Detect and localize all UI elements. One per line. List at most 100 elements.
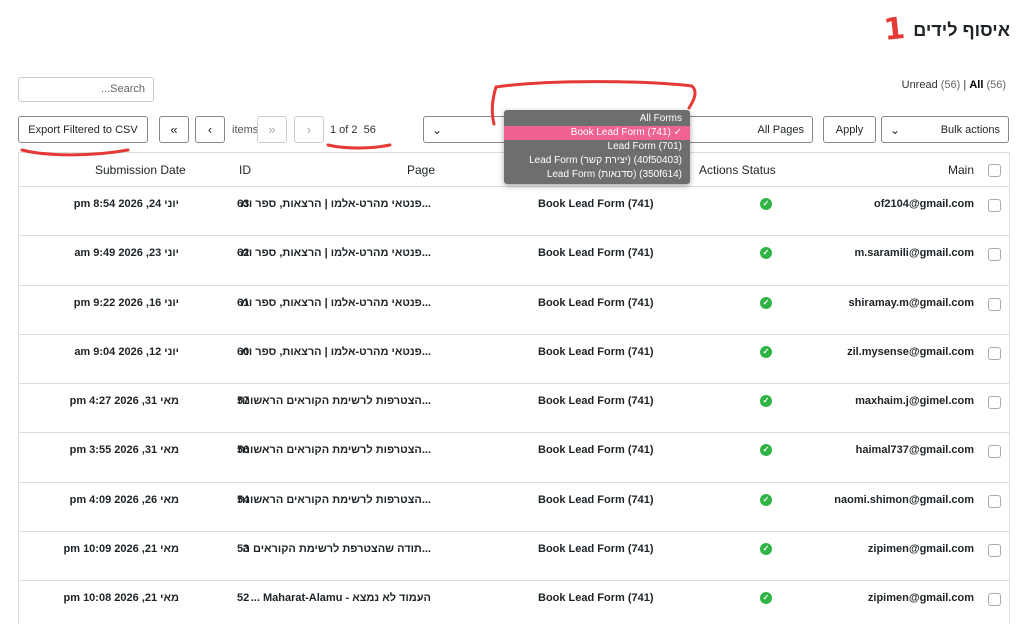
apply-button[interactable]: Apply — [823, 116, 876, 143]
status-check-icon: ✓ — [760, 592, 772, 605]
table-row[interactable]: haimal737@gmail.com ✓ Book Lead Form (741)… — [19, 433, 1009, 483]
status-check-icon: ✓ — [760, 345, 772, 358]
row-email[interactable]: of2104@gmail.com — [874, 198, 974, 210]
bulk-actions-label: Bulk actions — [940, 124, 1000, 136]
dropdown-option[interactable]: Lead Form (יצירת קשר) (40f50403) — [504, 154, 690, 168]
row-checkbox[interactable] — [988, 199, 1001, 212]
row-email[interactable]: maxhaim.j@gimel.com — [855, 395, 974, 407]
row-form: Book Lead Form (741) — [538, 198, 654, 210]
row-page[interactable]: ...הצטרפות לרשימת הקוראים הראשונה — [238, 395, 431, 407]
table-row[interactable]: zipimen@gmail.com ✓ Book Lead Form (741)..… — [19, 532, 1009, 582]
row-email[interactable]: zipimen@gmail.com — [868, 543, 974, 555]
export-csv-button[interactable]: Export Filtered to CSV — [18, 116, 148, 143]
row-checkbox[interactable] — [988, 346, 1001, 360]
row-id: 63 — [237, 198, 250, 210]
table-row[interactable]: shiramay.m@gmail.com ✓ Book Lead Form (741… — [19, 286, 1009, 335]
column-page[interactable]: Page — [407, 163, 435, 177]
row-id: 52 — [237, 592, 250, 605]
row-page[interactable]: ...פנטאי מהרט-אלמו | הרצאות, ספר ומ — [241, 247, 431, 259]
row-date: מאי 21, 2026 10:09 pm — [63, 543, 180, 556]
row-form: Book Lead Form (741) — [538, 296, 654, 309]
row-date: מאי 26, 2026 4:09 pm — [69, 493, 179, 506]
first-page-button[interactable]: « — [159, 116, 189, 143]
items-label: items — [232, 124, 259, 136]
page-info: 1 of 2 56 — [330, 124, 376, 136]
table-row[interactable]: m.saramili@gmail.com ✓ Book Lead Form (741… — [19, 236, 1009, 286]
pages-select-label: All Pages — [757, 124, 804, 136]
column-main[interactable]: Main — [948, 163, 974, 177]
status-check-icon: ✓ — [760, 493, 772, 506]
row-page[interactable]: העמוד לא נמצא - Maharat-Alamu ... — [251, 592, 431, 604]
page-title: איסוף לידים — [913, 20, 1010, 40]
row-checkbox[interactable] — [988, 593, 1001, 607]
row-page[interactable]: ...פנטאי מהרט-אלמו | הרצאות, ספר ומ — [241, 297, 431, 309]
row-form: Book Lead Form (741) — [538, 592, 654, 605]
row-form: Book Lead Form (741) — [538, 395, 654, 408]
row-id: 56 — [237, 444, 250, 457]
column-actions-status[interactable]: Actions Status — [699, 163, 776, 177]
dropdown-option[interactable]: All Forms — [504, 112, 690, 126]
row-email[interactable]: shiramay.m@gmail.com — [849, 297, 974, 309]
row-id: 62 — [237, 247, 250, 260]
row-email[interactable]: naomi.shimon@gmail.com — [834, 494, 974, 506]
select-all-checkbox[interactable] — [988, 164, 1001, 177]
chevron-down-icon: ⌄ — [890, 123, 901, 137]
status-filter-links: Unread (56) | All (56) — [902, 79, 1006, 91]
row-checkbox[interactable] — [988, 248, 1001, 262]
row-email[interactable]: haimal737@gmail.com — [856, 444, 974, 456]
status-check-icon: ✓ — [760, 543, 772, 556]
column-submission-date[interactable]: Submission Date — [95, 163, 186, 177]
row-date: יוני 23, 2026 9:49 am — [74, 247, 179, 260]
table-row[interactable]: naomi.shimon@gmail.com ✓ Book Lead Form (7… — [19, 483, 1009, 533]
row-date: יוני 24, 2026 8:54 pm — [73, 198, 179, 210]
row-email[interactable]: m.saramili@gmail.com — [854, 247, 974, 259]
row-id: 57 — [237, 395, 250, 408]
row-id: 61 — [237, 296, 250, 309]
row-id: 60 — [237, 345, 250, 358]
filter-unread-link[interactable]: Unread (56) — [902, 79, 961, 91]
submissions-table: Main Actions Status Page ID Submission D… — [18, 152, 1010, 624]
row-date: מאי 31, 2026 4:27 pm — [69, 395, 179, 408]
annotation-number: 1 — [882, 11, 907, 48]
filter-separator: | — [963, 79, 967, 91]
dropdown-option-selected[interactable]: Book Lead Form (741) ✓ — [504, 126, 690, 140]
row-checkbox[interactable] — [988, 494, 1001, 508]
dropdown-option[interactable]: Lead Form (701) — [504, 140, 690, 154]
table-row[interactable]: maxhaim.j@gimel.com ✓ Book Lead Form (741)… — [19, 384, 1009, 434]
row-id: 53 — [237, 543, 250, 556]
row-page[interactable]: ...פנטאי מהרט-אלמו | הרצאות, ספר ומ — [241, 198, 431, 210]
row-date: יוני 12, 2026 9:04 am — [74, 345, 179, 358]
table-row[interactable]: of2104@gmail.com ✓ Book Lead Form (741)...… — [19, 187, 1009, 237]
row-checkbox[interactable] — [988, 445, 1001, 459]
status-check-icon: ✓ — [760, 198, 772, 210]
last-page-button[interactable]: » — [257, 116, 287, 143]
row-checkbox[interactable] — [988, 544, 1001, 558]
next-page-button[interactable]: › — [294, 116, 324, 143]
row-form: Book Lead Form (741) — [538, 345, 654, 358]
forms-dropdown-menu: All Forms Book Lead Form (741) ✓ Lead Fo… — [504, 110, 690, 184]
status-check-icon: ✓ — [760, 247, 772, 260]
row-page[interactable]: ...הצטרפות לרשימת הקוראים הראשונה — [238, 444, 431, 456]
table-row[interactable]: zil.mysense@gmail.com ✓ Book Lead Form (74… — [19, 335, 1009, 385]
bulk-actions-select[interactable]: ⌄ Bulk actions — [881, 116, 1009, 143]
row-page[interactable]: ...תודה שהצטרפת לרשימת הקוראים ה — [243, 543, 431, 555]
chevron-down-icon: ⌄ — [432, 123, 443, 137]
dropdown-option[interactable]: Lead Form (סדנאות) (350f614) — [504, 168, 690, 182]
annotation-bracket — [494, 80, 697, 110]
status-check-icon: ✓ — [760, 395, 772, 408]
row-page[interactable]: ...הצטרפות לרשימת הקוראים הראשונה — [238, 494, 431, 506]
row-form: Book Lead Form (741) — [538, 247, 654, 260]
row-checkbox[interactable] — [988, 297, 1001, 311]
row-email[interactable]: zipimen@gmail.com — [868, 592, 974, 604]
prev-page-button[interactable]: ‹ — [195, 116, 225, 143]
row-email[interactable]: zil.mysense@gmail.com — [847, 346, 974, 358]
row-form: Book Lead Form (741) — [538, 543, 654, 556]
row-id: 54 — [237, 493, 250, 506]
column-id[interactable]: ID — [239, 163, 251, 177]
status-check-icon: ✓ — [760, 444, 772, 457]
row-page[interactable]: ...פנטאי מהרט-אלמו | הרצאות, ספר ומ — [241, 346, 431, 358]
row-checkbox[interactable] — [988, 396, 1001, 410]
table-row[interactable]: zipimen@gmail.com ✓ Book Lead Form (741) הע… — [19, 581, 1009, 624]
filter-all-link[interactable]: All (56) — [969, 79, 1006, 91]
search-input[interactable]: ...Search — [18, 77, 154, 102]
